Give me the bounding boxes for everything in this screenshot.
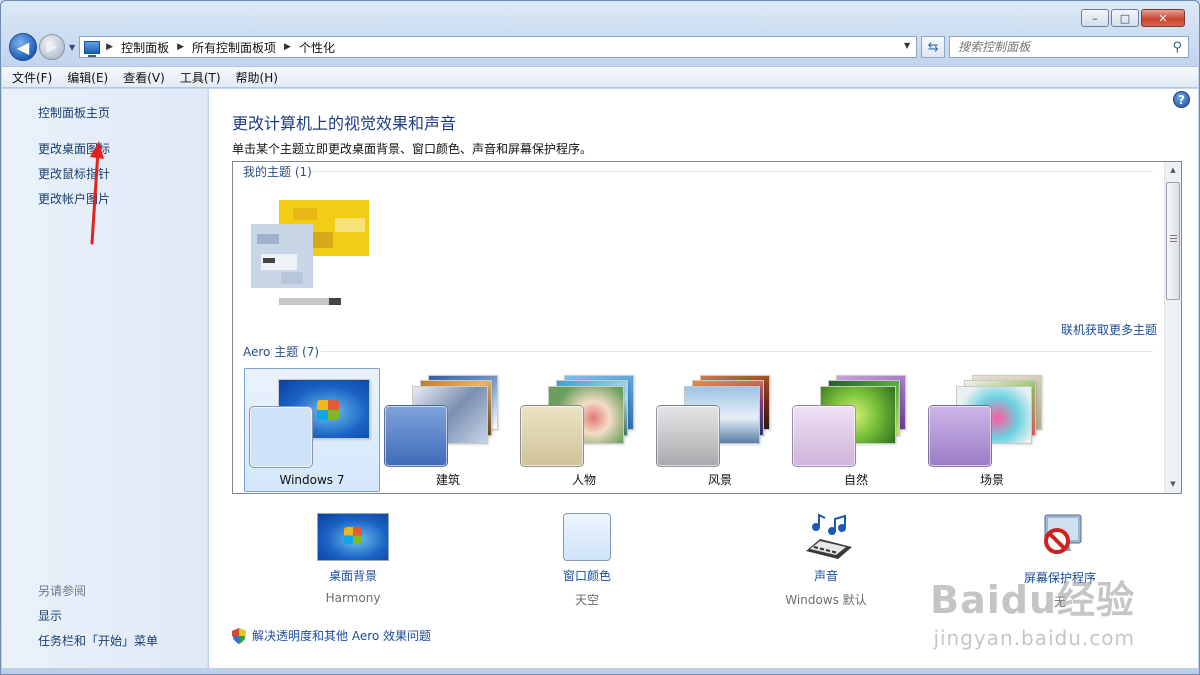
- search-icon[interactable]: ⚲: [1172, 40, 1182, 55]
- breadcrumb-all-items[interactable]: 所有控制面板项: [192, 39, 276, 56]
- window-color-icon: [563, 513, 611, 561]
- menu-file[interactable]: 文件(F): [12, 69, 52, 86]
- theme-name: Windows 7: [279, 473, 345, 487]
- breadcrumb-separator-icon[interactable]: ▶: [284, 42, 291, 52]
- breadcrumb-separator-icon[interactable]: ▶: [106, 42, 113, 52]
- search-box[interactable]: ⚲: [949, 36, 1189, 58]
- help-icon[interactable]: ?: [1173, 91, 1190, 108]
- desktop-background-icon: [317, 513, 389, 561]
- control-panel-home-link[interactable]: 控制面板主页: [38, 104, 110, 121]
- sounds-icon: [806, 513, 852, 559]
- scroll-up-icon[interactable]: ▲: [1165, 162, 1181, 179]
- theme-tile-characters[interactable]: 人物: [516, 368, 652, 492]
- window-color-swatch: [928, 405, 992, 467]
- watermark-main-text: Baidu经验: [930, 578, 1135, 622]
- desktop-background-value: Harmony: [325, 591, 381, 605]
- maximize-button[interactable]: □: [1111, 9, 1139, 27]
- my-theme-thumbnail[interactable]: [245, 198, 375, 308]
- theme-tile-architecture[interactable]: 建筑: [380, 368, 516, 492]
- display-link[interactable]: 显示: [38, 607, 62, 624]
- page-title: 更改计算机上的视觉效果和声音: [232, 114, 457, 133]
- window-color-label[interactable]: 窗口颜色: [522, 567, 652, 584]
- theme-tile-scenes[interactable]: 场景: [924, 368, 1060, 492]
- theme-name: 人物: [571, 473, 596, 487]
- screen-saver-icon: [1044, 514, 1082, 554]
- refresh-button[interactable]: ⇆: [921, 36, 946, 58]
- window-color-swatch: [792, 405, 856, 467]
- theme-name: 自然: [843, 473, 868, 487]
- control-panel-icon: [84, 40, 101, 57]
- watermark-sub-text: jingyan.baidu.com: [933, 626, 1135, 650]
- window-color-swatch: [249, 406, 313, 468]
- window-color-swatch: [384, 405, 448, 467]
- sounds-label[interactable]: 声音: [761, 567, 891, 584]
- get-more-themes-online-link[interactable]: 联机获取更多主题: [1061, 321, 1157, 338]
- window-color-swatch: [520, 405, 584, 467]
- theme-tile-windows-7[interactable]: Windows 7: [244, 368, 380, 492]
- personalization-window: – □ ✕ ◀ ▶ ▼ ▶ 控制面板 ▶ 所有控制面板项 ▶ 个性化 ▼ ⇆ ⚲…: [0, 0, 1200, 675]
- menu-edit[interactable]: 编辑(E): [67, 69, 108, 86]
- window-color-swatch: [656, 405, 720, 467]
- fix-aero-effects-link[interactable]: 解决透明度和其他 Aero 效果问题: [232, 627, 431, 644]
- baidu-jingyan-watermark: Baidu经验 jingyan.baidu.com: [930, 569, 1135, 650]
- sounds-item[interactable]: 声音 Windows 默认: [761, 513, 891, 608]
- theme-name: 风景: [707, 473, 732, 487]
- theme-tile-landscapes[interactable]: 风景: [652, 368, 788, 492]
- red-annotation-arrow: [90, 141, 104, 245]
- shield-icon: [232, 627, 246, 644]
- menu-help[interactable]: 帮助(H): [236, 69, 278, 86]
- aero-themes-header: Aero 主题 (7): [243, 345, 320, 359]
- theme-list[interactable]: 我的主题 (1) 联机获取更多主题 Aero 主题 (7) Windows 7 …: [232, 161, 1182, 494]
- theme-name: 建筑: [435, 473, 460, 487]
- window-color-item[interactable]: 窗口颜色 天空: [522, 513, 652, 608]
- page-description: 单击某个主题立即更改桌面背景、窗口颜色、声音和屏幕保护程序。: [232, 142, 593, 156]
- minimize-button[interactable]: –: [1081, 9, 1109, 27]
- menu-bar: 文件(F) 编辑(E) 查看(V) 工具(T) 帮助(H): [2, 66, 1198, 88]
- caption-buttons: – □ ✕: [1081, 9, 1185, 27]
- group-divider: [311, 171, 1153, 172]
- address-bar[interactable]: ▶ 控制面板 ▶ 所有控制面板项 ▶ 个性化 ▼: [79, 36, 918, 58]
- taskbar-start-menu-link[interactable]: 任务栏和「开始」菜单: [38, 632, 158, 649]
- sounds-value: Windows 默认: [785, 593, 867, 607]
- group-divider: [321, 351, 1153, 352]
- breadcrumb-control-panel[interactable]: 控制面板: [121, 39, 169, 56]
- menu-tools[interactable]: 工具(T): [180, 69, 221, 86]
- recent-pages-dropdown-icon[interactable]: ▼: [69, 43, 75, 52]
- window-color-value: 天空: [574, 593, 599, 607]
- breadcrumb-personalization[interactable]: 个性化: [299, 39, 335, 56]
- forward-button[interactable]: ▶: [39, 34, 65, 60]
- navigation-bar: ◀ ▶ ▼ ▶ 控制面板 ▶ 所有控制面板项 ▶ 个性化 ▼ ⇆ ⚲: [9, 33, 1189, 61]
- theme-name: 场景: [979, 473, 1004, 487]
- fix-aero-effects-label[interactable]: 解决透明度和其他 Aero 效果问题: [252, 627, 431, 644]
- theme-tile-nature[interactable]: 自然: [788, 368, 924, 492]
- menu-view[interactable]: 查看(V): [123, 69, 165, 86]
- scroll-down-icon[interactable]: ▼: [1165, 476, 1181, 493]
- breadcrumb-separator-icon[interactable]: ▶: [177, 42, 184, 52]
- address-dropdown-icon[interactable]: ▼: [904, 41, 910, 50]
- back-button[interactable]: ◀: [9, 33, 37, 61]
- search-input[interactable]: [958, 40, 1159, 54]
- desktop-background-label[interactable]: 桌面背景: [288, 567, 418, 584]
- see-also-header: 另请参阅: [38, 584, 87, 598]
- my-themes-header: 我的主题 (1): [243, 165, 312, 179]
- scroll-thumb[interactable]: [1166, 182, 1180, 300]
- desktop-background-item[interactable]: 桌面背景 Harmony: [288, 513, 418, 605]
- close-button[interactable]: ✕: [1141, 9, 1185, 27]
- theme-list-scrollbar[interactable]: ▲ ▼: [1164, 162, 1181, 493]
